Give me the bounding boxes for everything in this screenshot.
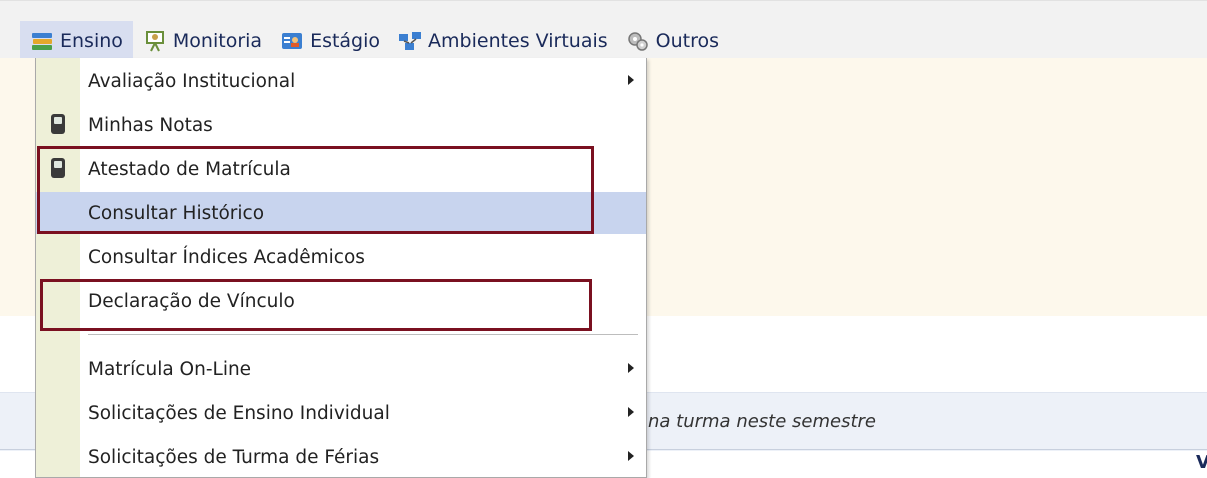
edge-text: V — [1196, 452, 1207, 473]
menu-item-matricula-on-line[interactable]: Matrícula On-Line — [36, 348, 646, 390]
menu-item-atestado-de-matricula[interactable]: Atestado de Matrícula — [36, 148, 646, 190]
menu-item-label: Solicitações de Ensino Individual — [88, 402, 390, 424]
ensino-dropdown-menu: Avaliação Institucional Minhas Notas Ate… — [35, 58, 647, 478]
menu-item-label: Minhas Notas — [88, 114, 213, 136]
menu-estagio[interactable]: Estágio — [270, 21, 388, 61]
menu-item-consultar-historico[interactable]: Consultar Histórico — [36, 192, 646, 234]
presenter-icon — [143, 29, 167, 53]
menu-item-declaracao-de-vinculo[interactable]: Declaração de Vínculo — [36, 280, 646, 322]
menu-item-solicitacoes-turma-ferias[interactable]: Solicitações de Turma de Férias — [36, 436, 646, 478]
menu-item-avaliacao-institucional[interactable]: Avaliação Institucional — [36, 60, 646, 102]
menu-ensino[interactable]: Ensino — [20, 21, 133, 61]
menu-outros-label: Outros — [655, 30, 720, 52]
menu-item-solicitacoes-ensino-individual[interactable]: Solicitações de Ensino Individual — [36, 392, 646, 434]
menu-ensino-label: Ensino — [60, 30, 123, 52]
menu-item-label: Solicitações de Turma de Férias — [88, 446, 380, 468]
menu-ambientes-virtuais[interactable]: Ambientes Virtuais — [388, 21, 616, 61]
submenu-arrow-icon — [628, 363, 634, 373]
menu-ambientes-virtuais-label: Ambientes Virtuais — [428, 30, 608, 52]
menu-item-label: Atestado de Matrícula — [88, 158, 291, 180]
submenu-arrow-icon — [628, 75, 634, 85]
gears-icon — [626, 29, 650, 53]
menu-item-label: Consultar Índices Acadêmicos — [88, 246, 365, 268]
submenu-arrow-icon — [628, 451, 634, 461]
menu-item-consultar-indices-academicos[interactable]: Consultar Índices Acadêmicos — [36, 236, 646, 278]
menu-item-label: Declaração de Vínculo — [88, 290, 295, 312]
menu-item-label: Avaliação Institucional — [88, 70, 296, 92]
menu-separator — [88, 334, 638, 335]
menu-item-minhas-notas[interactable]: Minhas Notas — [36, 104, 646, 146]
id-card-icon — [280, 29, 304, 53]
menu-monitoria-label: Monitoria — [172, 30, 263, 52]
network-icon — [398, 29, 422, 53]
menu-monitoria[interactable]: Monitoria — [133, 21, 270, 61]
books-icon — [30, 29, 54, 53]
mobile-icon — [51, 158, 65, 178]
menu-estagio-label: Estágio — [310, 30, 381, 52]
menu-item-label: Matrícula On-Line — [88, 358, 252, 380]
submenu-arrow-icon — [628, 407, 634, 417]
menu-outros[interactable]: Outros — [616, 21, 727, 61]
info-text: na turma neste semestre — [648, 411, 876, 432]
mobile-icon — [51, 114, 65, 134]
menu-item-label: Consultar Histórico — [88, 202, 265, 224]
